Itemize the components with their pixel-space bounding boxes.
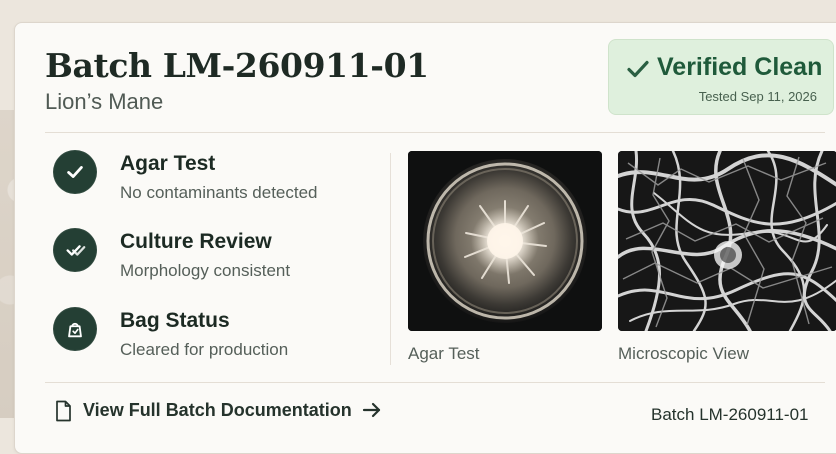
- check-item-agar-test: Agar Test No contaminants detected: [53, 150, 383, 210]
- footer-divider: [45, 382, 825, 383]
- check-item-bag-status: Bag Status Cleared for production: [53, 307, 383, 367]
- check-description: No contaminants detected: [120, 183, 318, 202]
- check-icon: [53, 150, 97, 194]
- check-title: Bag Status: [120, 309, 230, 332]
- check-title: Agar Test: [120, 152, 216, 175]
- tested-date: Tested Sep 11, 2026: [698, 89, 817, 104]
- batch-title: Batch LM-260911-01: [45, 46, 429, 85]
- check-title: Culture Review: [120, 230, 272, 253]
- header-divider: [45, 132, 825, 133]
- documentation-link-label[interactable]: View Full Batch Documentation: [83, 400, 352, 420]
- verified-check-icon: [627, 60, 649, 78]
- species-name: Lion’s Mane: [45, 89, 164, 114]
- batch-verification-card: Batch LM-260911-01 Lion’s Mane Verified …: [14, 22, 836, 454]
- agar-image-caption: Agar Test: [408, 344, 480, 363]
- microscopic-view-image: [618, 151, 836, 331]
- content-divider: [390, 153, 391, 365]
- view-full-documentation-link[interactable]: View Full Batch Documentation: [53, 400, 382, 422]
- document-icon: [56, 400, 71, 422]
- microscopic-image-caption: Microscopic View: [618, 344, 750, 363]
- arrow-right-icon[interactable]: [362, 401, 382, 419]
- check-description: Cleared for production: [120, 340, 289, 359]
- check-description: Morphology consistent: [120, 261, 291, 280]
- check-item-culture-review: Culture Review Morphology consistent: [53, 228, 383, 288]
- bag-icon: [53, 307, 97, 351]
- verified-status-badge: Verified Clean Tested Sep 11, 2026: [608, 39, 834, 115]
- agar-plate-image: [408, 151, 602, 331]
- footer-batch-reference: Batch LM-260911-01: [651, 405, 809, 424]
- verified-status-label: Verified Clean: [657, 53, 823, 81]
- double-check-icon: [53, 228, 97, 272]
